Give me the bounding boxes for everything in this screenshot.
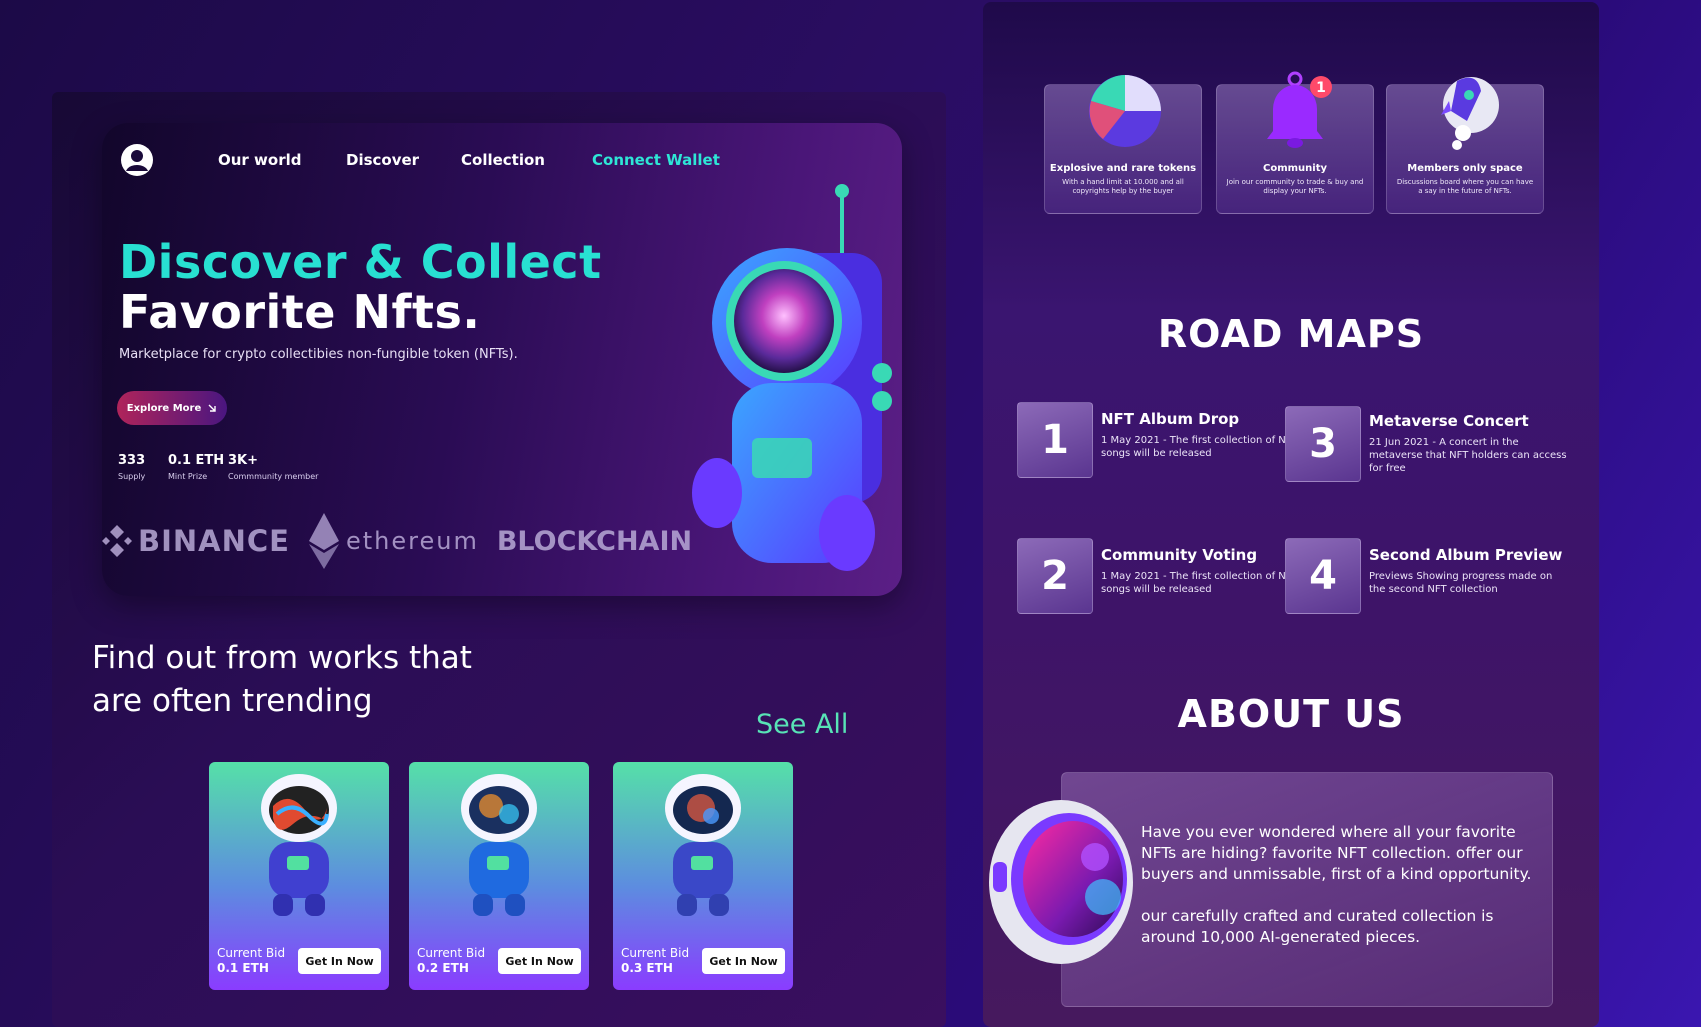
roadmap-item-title: Community Voting — [1101, 546, 1258, 564]
about-paragraph: Have you ever wondered where all your fa… — [1141, 823, 1532, 883]
roadmap-number: 1 — [1017, 402, 1093, 478]
ethereum-text: ethereum — [345, 527, 479, 555]
partner-logos: BINANCE ethereum BLOCKCHAIN — [102, 513, 692, 569]
nav-collection[interactable]: Collection — [461, 151, 545, 169]
stat-mint-prize: 0.1 ETH Mint Prize — [168, 453, 224, 481]
landing-panel: Our world Discover Collection Connect Wa… — [52, 92, 946, 1027]
helmet-illustration — [989, 800, 1133, 964]
current-bid: Current Bid 0.2 ETH — [417, 946, 485, 976]
bid-label: Current Bid — [217, 946, 286, 960]
astronaut-nft-image — [665, 774, 741, 916]
notification-badge: 1 — [1316, 80, 1326, 96]
connect-wallet-link[interactable]: Connect Wallet — [592, 151, 720, 169]
roadmap-item-title: Metaverse Concert — [1369, 412, 1529, 430]
stat-value: 3K+ — [228, 453, 259, 468]
feature-title: Explosive and rare tokens — [1049, 163, 1197, 174]
nft-card[interactable]: Current Bid 0.2 ETH Get In Now — [409, 762, 589, 990]
about-paragraph: our carefully crafted and curated collec… — [1141, 907, 1494, 946]
feature-desc: With a hand limit at 10.000 and all copy… — [1062, 178, 1184, 195]
stat-value: 333 — [118, 453, 146, 468]
get-in-now-button[interactable]: Get In Now — [298, 948, 381, 974]
bell-icon: 1 — [1267, 71, 1332, 148]
nft-card[interactable]: Current Bid 0.1 ETH Get In Now — [209, 762, 389, 990]
roadmap-number: 2 — [1017, 538, 1093, 614]
bid-price: 0.2 ETH — [417, 961, 469, 975]
astronaut-illustration — [692, 184, 892, 571]
roadmap-item-title: NFT Album Drop — [1101, 410, 1240, 428]
roadmap-item-title: Second Album Preview — [1369, 546, 1563, 564]
roadmap-item-desc: 1 May 2021 - The first collection of NFT… — [1101, 435, 1298, 459]
arrow-down-right-icon — [208, 404, 216, 412]
blockchain-text: BLOCKCHAIN — [496, 525, 693, 557]
astronaut-nft-image — [261, 774, 337, 916]
roadmap-number: 3 — [1285, 406, 1361, 482]
stat-value: 0.1 ETH — [168, 453, 225, 468]
explore-more-button[interactable]: Explore More — [117, 391, 227, 425]
see-all-link[interactable]: See All — [756, 709, 848, 740]
feature-card-community: 1 Community Join our community to trade … — [1216, 71, 1374, 214]
get-in-now-button[interactable]: Get In Now — [498, 948, 581, 974]
user-avatar-icon[interactable] — [120, 143, 154, 177]
nav-discover[interactable]: Discover — [346, 151, 419, 169]
about-text: Have you ever wondered where all your fa… — [1141, 822, 1551, 969]
bid-label: Current Bid — [621, 946, 690, 960]
current-bid: Current Bid 0.1 ETH — [217, 946, 285, 976]
feature-title: Community — [1262, 163, 1327, 174]
nav-our-world[interactable]: Our world — [218, 151, 302, 169]
feature-desc: Join our community to trade & buy and di… — [1226, 178, 1364, 195]
info-panel: Explosive and rare tokens With a hand li… — [983, 2, 1599, 1027]
roadmap-item-desc: Previews Showing progress made on the se… — [1369, 571, 1553, 595]
ethereum-logo: ethereum — [308, 513, 479, 569]
rocket-icon — [1441, 77, 1499, 150]
stat-supply: 333 Supply — [118, 453, 145, 481]
roadmap-item-desc: 21 Jun 2021 - A concert in the metaverse… — [1369, 437, 1567, 474]
hero-section: Our world Discover Collection Connect Wa… — [102, 123, 902, 596]
ethereum-icon — [308, 513, 339, 569]
feature-title: Members only space — [1407, 163, 1523, 174]
bid-price: 0.3 ETH — [621, 961, 673, 975]
binance-logo: BINANCE — [102, 523, 290, 559]
binance-icon — [102, 525, 132, 557]
trending-title: Find out from works that are often trend… — [92, 640, 472, 719]
roadmap-number: 4 — [1285, 538, 1361, 614]
nft-card[interactable]: Current Bid 0.3 ETH Get In Now — [613, 762, 793, 990]
bid-price: 0.1 ETH — [217, 961, 269, 975]
feature-card-tokens: Explosive and rare tokens With a hand li… — [1044, 75, 1202, 214]
hero-title-line1: Discover & Collect — [119, 235, 602, 289]
stat-label: Mint Prize — [168, 472, 208, 481]
blockchain-logo: BLOCKCHAIN — [497, 526, 692, 557]
binance-text: BINANCE — [138, 524, 290, 558]
stat-community: 3K+ Commmunity member — [228, 453, 318, 481]
bid-label: Current Bid — [417, 946, 486, 960]
about-title: ABOUT US — [1177, 692, 1405, 736]
explore-more-label: Explore More — [126, 402, 202, 414]
hero-subtitle: Marketplace for crypto collectibies non-… — [119, 347, 518, 362]
hero-title-line2: Favorite Nfts. — [119, 285, 481, 339]
stat-label: Commmunity member — [228, 472, 319, 481]
get-in-now-button[interactable]: Get In Now — [702, 948, 785, 974]
roadmap-title: ROAD MAPS — [1157, 312, 1425, 356]
current-bid: Current Bid 0.3 ETH — [621, 946, 689, 976]
roadmap-item-desc: 1 May 2021 - The first collection of NFT… — [1101, 571, 1298, 595]
astronaut-nft-image — [461, 774, 537, 916]
feature-card-members: Members only space Discussions board whe… — [1386, 77, 1544, 214]
feature-desc: Discussions board where you can have a s… — [1396, 178, 1534, 195]
pie-chart-icon — [1089, 75, 1161, 147]
stat-label: Supply — [118, 472, 146, 481]
